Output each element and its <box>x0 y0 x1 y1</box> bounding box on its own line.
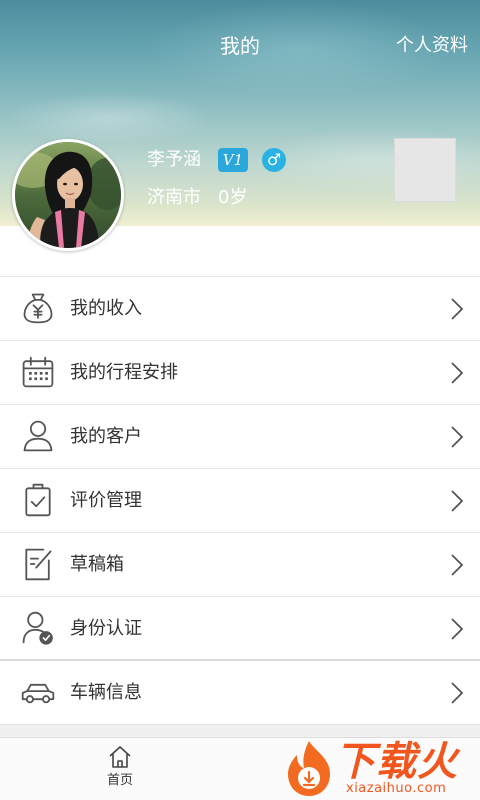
menu-item-label: 我的客户 <box>70 426 142 447</box>
menu-item-label: 我的收入 <box>70 298 142 319</box>
menu-item-vehicle[interactable]: 车辆信息 <box>0 661 480 725</box>
chevron-right-icon <box>451 426 464 448</box>
money-bag-icon <box>20 290 56 326</box>
menu-item-label: 评价管理 <box>70 490 142 511</box>
car-icon <box>20 674 56 710</box>
menu-item-label: 身份认证 <box>70 618 142 639</box>
draft-edit-icon <box>20 546 56 582</box>
menu-item-drafts[interactable]: 草稿箱 <box>0 533 480 597</box>
verified-user-icon <box>20 610 56 646</box>
section-divider <box>0 725 480 737</box>
chevron-right-icon <box>451 682 464 704</box>
chevron-right-icon <box>451 618 464 640</box>
vip-level-badge: V1 <box>218 148 248 172</box>
person-icon <box>20 418 56 454</box>
calendar-icon <box>20 354 56 390</box>
profile-menu: 我的收入 我的行程安排 我的客户 评价管理 草稿箱 身份认证 车辆信息 <box>0 276 480 725</box>
nav-home-tab[interactable]: 首页 <box>80 738 160 800</box>
avatar-photo <box>15 142 121 248</box>
chevron-right-icon <box>451 490 464 512</box>
menu-item-label: 车辆信息 <box>70 682 142 703</box>
chevron-right-icon <box>451 362 464 384</box>
avatar[interactable] <box>12 139 124 251</box>
user-city: 济南市 <box>147 187 201 208</box>
menu-item-identity[interactable]: 身份认证 <box>0 597 480 661</box>
menu-item-reviews[interactable]: 评价管理 <box>0 469 480 533</box>
qr-code-thumbnail[interactable] <box>394 138 456 202</box>
user-age: 0岁 <box>218 187 248 208</box>
watermark-domain: xiazaihuo.com <box>346 781 447 796</box>
profile-info-link[interactable]: 个人资料 <box>396 34 468 58</box>
home-icon <box>109 746 131 768</box>
menu-item-customers[interactable]: 我的客户 <box>0 405 480 469</box>
chevron-right-icon <box>451 554 464 576</box>
nav-home-label: 首页 <box>106 773 133 788</box>
chevron-right-icon <box>451 298 464 320</box>
menu-item-label: 草稿箱 <box>70 554 124 575</box>
menu-item-label: 我的行程安排 <box>70 362 178 383</box>
watermark-brand: 下载火 <box>335 739 458 785</box>
flame-logo-icon <box>288 741 330 796</box>
male-icon: ♂ <box>262 148 286 172</box>
clipboard-check-icon <box>20 482 56 518</box>
menu-item-schedule[interactable]: 我的行程安排 <box>0 341 480 405</box>
menu-item-income[interactable]: 我的收入 <box>0 277 480 341</box>
user-name: 李予涵 <box>147 149 201 170</box>
